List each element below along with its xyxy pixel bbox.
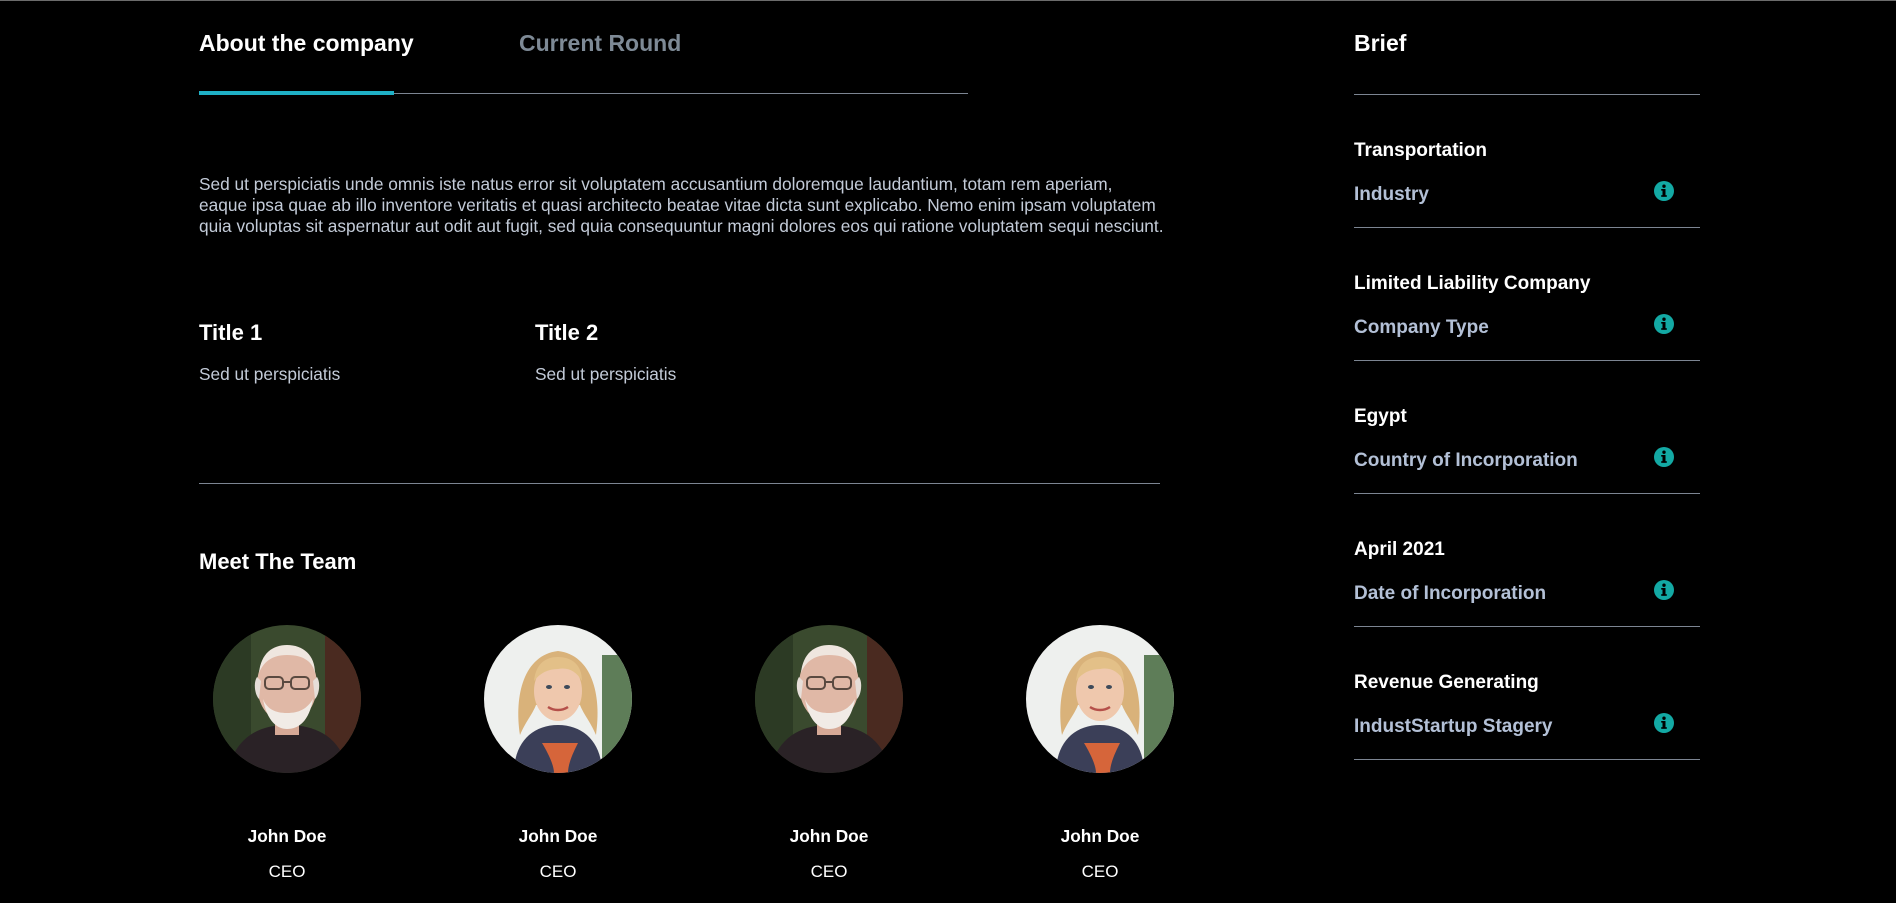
team-heading: Meet The Team bbox=[199, 549, 357, 574]
brief-item-industry: Transportation Industry bbox=[1354, 95, 1700, 228]
member-role: CEO bbox=[539, 862, 577, 881]
brief-title: Brief bbox=[1354, 30, 1407, 56]
title-2-heading: Title 2 bbox=[535, 320, 599, 345]
active-tab-indicator bbox=[199, 91, 394, 95]
title-block-2: Title 2 Sed ut perspiciatis bbox=[535, 320, 676, 385]
tab-current-round[interactable]: Current Round bbox=[519, 30, 681, 57]
member-name: John Doe bbox=[518, 826, 598, 846]
brief-label: Date of Incorporation bbox=[1354, 583, 1547, 604]
brief-value: Revenue Generating bbox=[1354, 672, 1539, 693]
member-name: John Doe bbox=[1060, 826, 1140, 846]
brief-item-country: Egypt Country of Incorporation bbox=[1354, 361, 1700, 494]
info-icon[interactable] bbox=[1654, 580, 1674, 600]
avatar bbox=[213, 625, 361, 773]
member-role: CEO bbox=[1081, 862, 1119, 881]
member-role: CEO bbox=[810, 862, 848, 881]
info-icon[interactable] bbox=[1654, 713, 1674, 733]
brief-label: Company Type bbox=[1354, 317, 1489, 338]
tab-about-company[interactable]: About the company bbox=[199, 30, 414, 57]
team-member-card[interactable]: John Doe CEO bbox=[729, 625, 929, 882]
brief-label: Country of Incorporation bbox=[1354, 450, 1578, 471]
avatar bbox=[484, 625, 632, 773]
member-name: John Doe bbox=[789, 826, 869, 846]
brief-item-date: April 2021 Date of Incorporation bbox=[1354, 494, 1700, 627]
info-icon[interactable] bbox=[1654, 181, 1674, 201]
brief-value: Egypt bbox=[1354, 406, 1407, 427]
team-member-card[interactable]: John Doe CEO bbox=[1000, 625, 1200, 882]
tab-bar: About the company Current Round bbox=[199, 1, 968, 95]
brief-item-stage: Revenue Generating IndustStartup Stagery bbox=[1354, 627, 1700, 760]
team-member-card[interactable]: John Doe CEO bbox=[458, 625, 658, 882]
avatar bbox=[755, 625, 903, 773]
team-member-card[interactable]: John Doe CEO bbox=[187, 625, 387, 882]
member-name: John Doe bbox=[247, 826, 327, 846]
brief-value: April 2021 bbox=[1354, 539, 1445, 560]
company-profile-page: About the company Current Round Sed ut p… bbox=[0, 0, 1896, 903]
title-2-subtitle: Sed ut perspiciatis bbox=[535, 364, 677, 384]
brief-item-company-type: Limited Liability Company Company Type bbox=[1354, 228, 1700, 361]
brief-label: Industry bbox=[1354, 184, 1429, 205]
title-1-heading: Title 1 bbox=[199, 320, 263, 345]
brief-label: IndustStartup Stagery bbox=[1354, 716, 1553, 737]
brief-value: Transportation bbox=[1354, 140, 1488, 161]
info-icon[interactable] bbox=[1654, 447, 1674, 467]
avatar bbox=[1026, 625, 1174, 773]
section-divider bbox=[199, 483, 1160, 484]
brief-value: Limited Liability Company bbox=[1354, 273, 1591, 294]
title-1-subtitle: Sed ut perspiciatis bbox=[199, 364, 341, 384]
member-role: CEO bbox=[268, 862, 306, 881]
info-icon[interactable] bbox=[1654, 314, 1674, 334]
company-description: Sed ut perspiciatis unde omnis iste natu… bbox=[199, 174, 1164, 236]
title-block-1: Title 1 Sed ut perspiciatis bbox=[199, 320, 340, 385]
